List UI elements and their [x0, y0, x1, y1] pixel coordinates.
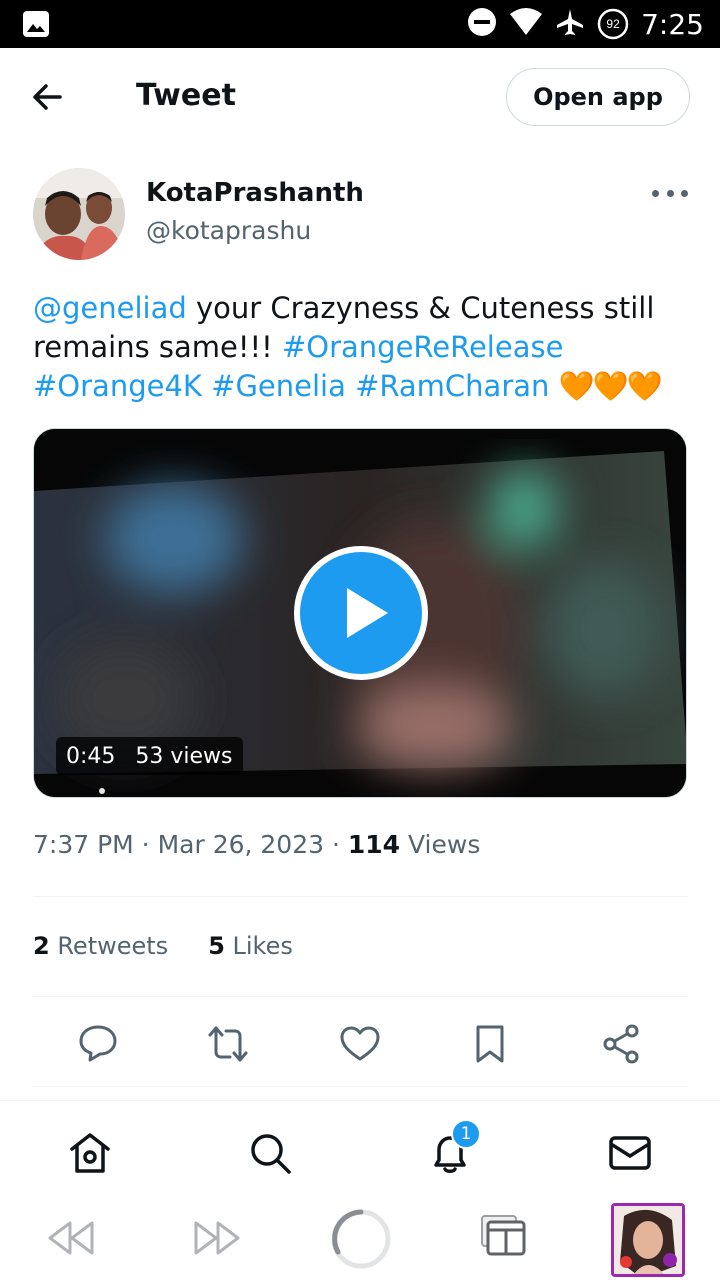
messages-icon[interactable] [606, 1129, 654, 1177]
like-icon[interactable] [338, 1022, 382, 1066]
wifi-icon [509, 7, 543, 41]
loading-spinner-icon [330, 1208, 392, 1275]
views-label: Views [400, 830, 481, 859]
retweets-stat[interactable]: 2 Retweets [33, 932, 168, 960]
divider [33, 896, 688, 897]
home-icon[interactable] [66, 1129, 114, 1177]
more-options-icon[interactable] [652, 186, 688, 200]
divider [33, 1086, 688, 1087]
tweet-time[interactable]: 7:37 PM [33, 830, 134, 859]
divider [33, 996, 688, 997]
tweet-meta: 7:37 PM · Mar 26, 2023 · 114 Views [33, 830, 481, 859]
hashtag-link[interactable]: #OrangeReRelease [282, 330, 563, 364]
hashtag-link[interactable]: #Orange4K [33, 369, 202, 403]
rewind-icon[interactable] [46, 1218, 96, 1263]
status-bar: 92 7:25 [0, 0, 720, 48]
recent-app-thumbnail[interactable] [611, 1203, 685, 1277]
tweet-date[interactable]: Mar 26, 2023 [158, 830, 324, 859]
reply-icon[interactable] [76, 1022, 120, 1066]
video-views: 53 views [135, 743, 233, 769]
author-handle[interactable]: @kotaprashu [146, 216, 311, 245]
video-player[interactable]: 0:45 53 views [33, 428, 687, 798]
battery-icon: 92 [597, 8, 629, 40]
video-info-badge: 0:45 53 views [56, 737, 243, 775]
hashtag-link[interactable]: #RamCharan [355, 369, 549, 403]
top-bar: Tweet Open app [0, 48, 720, 148]
tweet-stats: 2 Retweets 5 Likes [33, 932, 293, 960]
search-icon[interactable] [246, 1129, 294, 1177]
tweet-text: @geneliad your Crazyness & Cuteness stil… [33, 289, 693, 406]
mention-link[interactable]: @geneliad [33, 291, 187, 325]
page-title: Tweet [136, 78, 236, 113]
tabs-icon[interactable] [480, 1214, 528, 1263]
fast-forward-icon[interactable] [192, 1218, 242, 1263]
open-app-button[interactable]: Open app [506, 68, 690, 126]
tweet-actions [0, 1022, 720, 1066]
notification-badge: 1 [451, 1119, 481, 1149]
bottom-nav: 1 [0, 1100, 720, 1190]
bookmark-icon[interactable] [468, 1022, 512, 1066]
play-icon [347, 588, 388, 638]
do-not-disturb-icon [467, 7, 497, 42]
gallery-icon [22, 10, 50, 43]
video-duration: 0:45 [66, 743, 116, 769]
share-icon[interactable] [599, 1022, 643, 1066]
orange-heart-emojis: 🧡🧡🧡 [558, 369, 663, 403]
likes-stat[interactable]: 5 Likes [208, 932, 293, 960]
play-button[interactable] [294, 546, 428, 680]
browser-nav-bar [0, 1196, 720, 1280]
avatar[interactable] [33, 168, 125, 260]
author-name[interactable]: KotaPrashanth [146, 178, 364, 208]
clock: 7:25 [641, 7, 704, 41]
airplane-mode-icon [555, 7, 585, 42]
hashtag-link[interactable]: #Genelia [211, 369, 346, 403]
retweet-icon[interactable] [206, 1022, 250, 1066]
view-count: 114 [347, 830, 401, 859]
arrow-left-icon[interactable] [30, 80, 68, 114]
